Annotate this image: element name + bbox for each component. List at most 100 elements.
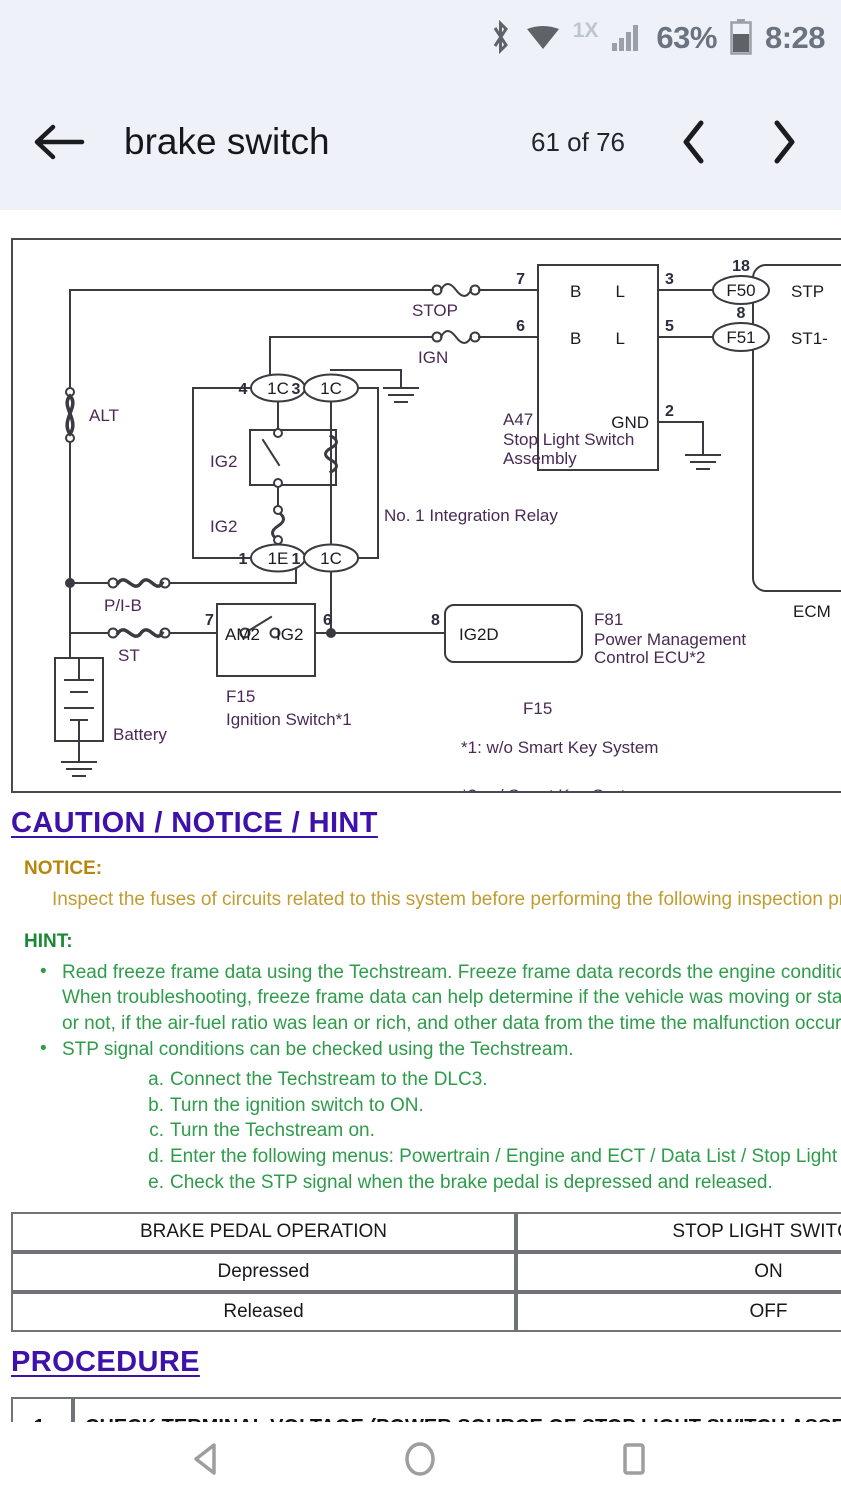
step-text: Connect the Techstream to the DLC3. <box>170 1069 488 1091</box>
nav-back-triangle-icon[interactable] <box>168 1428 246 1490</box>
label-switch-name-1: Stop Light Switch <box>503 430 634 449</box>
pin-2: 2 <box>665 403 674 420</box>
list-item: e. Check the STP signal when the brake pe… <box>148 1170 841 1196</box>
procedure-step-text: CHECK TERMINAL VOLTAGE (POWER SOURCE OF … <box>73 1397 841 1422</box>
label-ign-fuse: IGN <box>418 348 448 367</box>
list-item: c. Turn the Techstream on. <box>149 1118 841 1144</box>
pin-3-relay: 3 <box>292 381 301 398</box>
list-item: b. Turn the ignition switch to ON. <box>148 1093 841 1119</box>
list-item: Read freeze frame data using the Techstr… <box>40 959 841 1036</box>
conn-relay-3: 1C <box>320 379 342 398</box>
page-counter: 61 of 76 <box>531 126 625 157</box>
back-arrow-icon[interactable] <box>22 105 96 179</box>
label-ecm-stp: STP <box>791 282 824 301</box>
label-f15-code: F15 <box>226 687 255 706</box>
pin-4-relay: 4 <box>239 381 248 398</box>
android-navigation-bar <box>0 1422 841 1495</box>
label-ecm: ECM <box>793 602 831 621</box>
bluetooth-icon <box>489 20 513 54</box>
status-bar: 1X 63% 8:28 <box>0 0 841 74</box>
step-text: Turn the ignition switch to ON. <box>170 1094 424 1116</box>
label-battery: Battery <box>113 725 167 744</box>
table-cell: OFF <box>516 1292 841 1333</box>
document-content[interactable]: ALT STOP IGN P/I-B ST No. 1 Integration … <box>0 210 841 1422</box>
pin-8-pm: 8 <box>431 612 440 629</box>
step-text: Check the STP signal when the brake peda… <box>170 1171 773 1193</box>
table-cell: Depressed <box>11 1252 516 1293</box>
table-cell: Released <box>11 1292 516 1333</box>
network-type-label: 1X <box>572 18 599 42</box>
caution-section-heading: CAUTION / NOTICE / HINT <box>11 807 378 839</box>
procedure-step-number: 1. <box>11 1397 73 1422</box>
step-text: Turn the Techstream on. <box>170 1120 375 1142</box>
label-st-fuse: ST <box>118 646 140 665</box>
step-text: Enter the following menus: Powertrain / … <box>170 1145 841 1167</box>
procedure-section-heading: PROCEDURE <box>11 1346 200 1379</box>
wiring-diagram-svg: ALT STOP IGN P/I-B ST No. 1 Integration … <box>54 258 841 791</box>
notice-text: Inspect the fuses of circuits related to… <box>52 889 841 910</box>
table-header-cell: BRAKE PEDAL OPERATION <box>11 1212 516 1253</box>
conn-f51: F51 <box>726 328 755 347</box>
brake-pedal-stop-light-table: BRAKE PEDAL OPERATION STOP LIGHT SWITCH … <box>11 1212 841 1333</box>
table-cell: ON <box>516 1252 841 1293</box>
step-label: e. <box>148 1171 164 1193</box>
label-ignition-name: Ignition Switch*1 <box>226 710 352 729</box>
label-sw-gnd: GND <box>611 413 649 432</box>
prev-page-button[interactable] <box>659 107 729 177</box>
label-pm-name-2: Control ECU*2 <box>594 648 706 667</box>
list-item: STP signal conditions can be checked usi… <box>40 1036 841 1062</box>
label-sw-b-7: B <box>570 282 581 301</box>
pin-5: 5 <box>665 318 674 335</box>
hint-sub-steps: a. Connect the Techstream to the DLC3. b.… <box>0 1067 841 1195</box>
pin-7-ign: 7 <box>205 612 214 629</box>
label-sw-b-6: B <box>570 329 581 348</box>
conn-relay-4: 1C <box>267 379 289 398</box>
step-label: b. <box>148 1094 164 1116</box>
notice-label: NOTICE: <box>24 858 103 879</box>
label-footnote-1: *1: w/o Smart Key System <box>461 738 658 757</box>
pin-8-ecm: 8 <box>737 305 746 322</box>
list-item: d. Enter the following menus: Powertrain … <box>148 1144 841 1170</box>
conn-f50: F50 <box>726 281 755 300</box>
step-label: c. <box>149 1120 164 1142</box>
label-relay-name: No. 1 Integration Relay <box>384 506 558 525</box>
battery-icon <box>730 19 752 55</box>
label-ig2d: IG2D <box>459 625 499 644</box>
label-footnote-2: *2: w/ Smart Key System <box>461 786 649 791</box>
pin-18: 18 <box>732 258 750 275</box>
table-row: Depressed ON <box>11 1252 841 1293</box>
label-pm-name-1: Power Management <box>594 630 746 649</box>
label-alt: ALT <box>89 406 119 425</box>
label-ig2-ign: IG2 <box>276 625 303 644</box>
cellular-signal-icon <box>611 22 643 52</box>
hint-bullet-list: Read freeze frame data using the Techstr… <box>0 959 841 1062</box>
next-page-button[interactable] <box>749 107 819 177</box>
pin-6-ign: 6 <box>323 612 332 629</box>
clock-label: 8:28 <box>764 19 826 55</box>
nav-home-circle-icon[interactable] <box>381 1428 459 1490</box>
wifi-icon <box>526 22 560 52</box>
pin-1-1e: 1 <box>239 551 248 568</box>
label-sw-l-5: L <box>616 329 625 348</box>
table-row: 1. CHECK TERMINAL VOLTAGE (POWER SOURCE … <box>11 1397 841 1422</box>
procedure-table: 1. CHECK TERMINAL VOLTAGE (POWER SOURCE … <box>11 1397 841 1422</box>
conn-relay-1e: 1E <box>268 549 289 568</box>
label-pm-code: F81 <box>594 610 623 629</box>
pin-7: 7 <box>516 271 525 288</box>
conn-relay-1c: 1C <box>320 549 342 568</box>
table-row: BRAKE PEDAL OPERATION STOP LIGHT SWITCH <box>11 1212 841 1253</box>
page-title: brake switch <box>124 121 330 162</box>
label-ignition-code: F15 <box>523 699 552 718</box>
label-ig2-coil: IG2 <box>210 517 237 536</box>
label-ecm-st1: ST1- <box>791 329 828 348</box>
label-am2: AM2 <box>225 625 260 644</box>
wiring-diagram-figure: ALT STOP IGN P/I-B ST No. 1 Integration … <box>11 238 841 793</box>
battery-percent-label: 63% <box>656 19 717 55</box>
nav-recents-square-icon[interactable] <box>595 1428 673 1490</box>
label-stop-fuse: STOP <box>412 301 458 320</box>
hint-label: HINT: <box>24 931 73 952</box>
label-pib-fuse: P/I-B <box>104 596 142 615</box>
table-header-cell: STOP LIGHT SWITCH <box>516 1212 841 1253</box>
app-bar: brake switch 61 of 76 <box>0 74 841 210</box>
label-sw-l-3: L <box>616 282 625 301</box>
